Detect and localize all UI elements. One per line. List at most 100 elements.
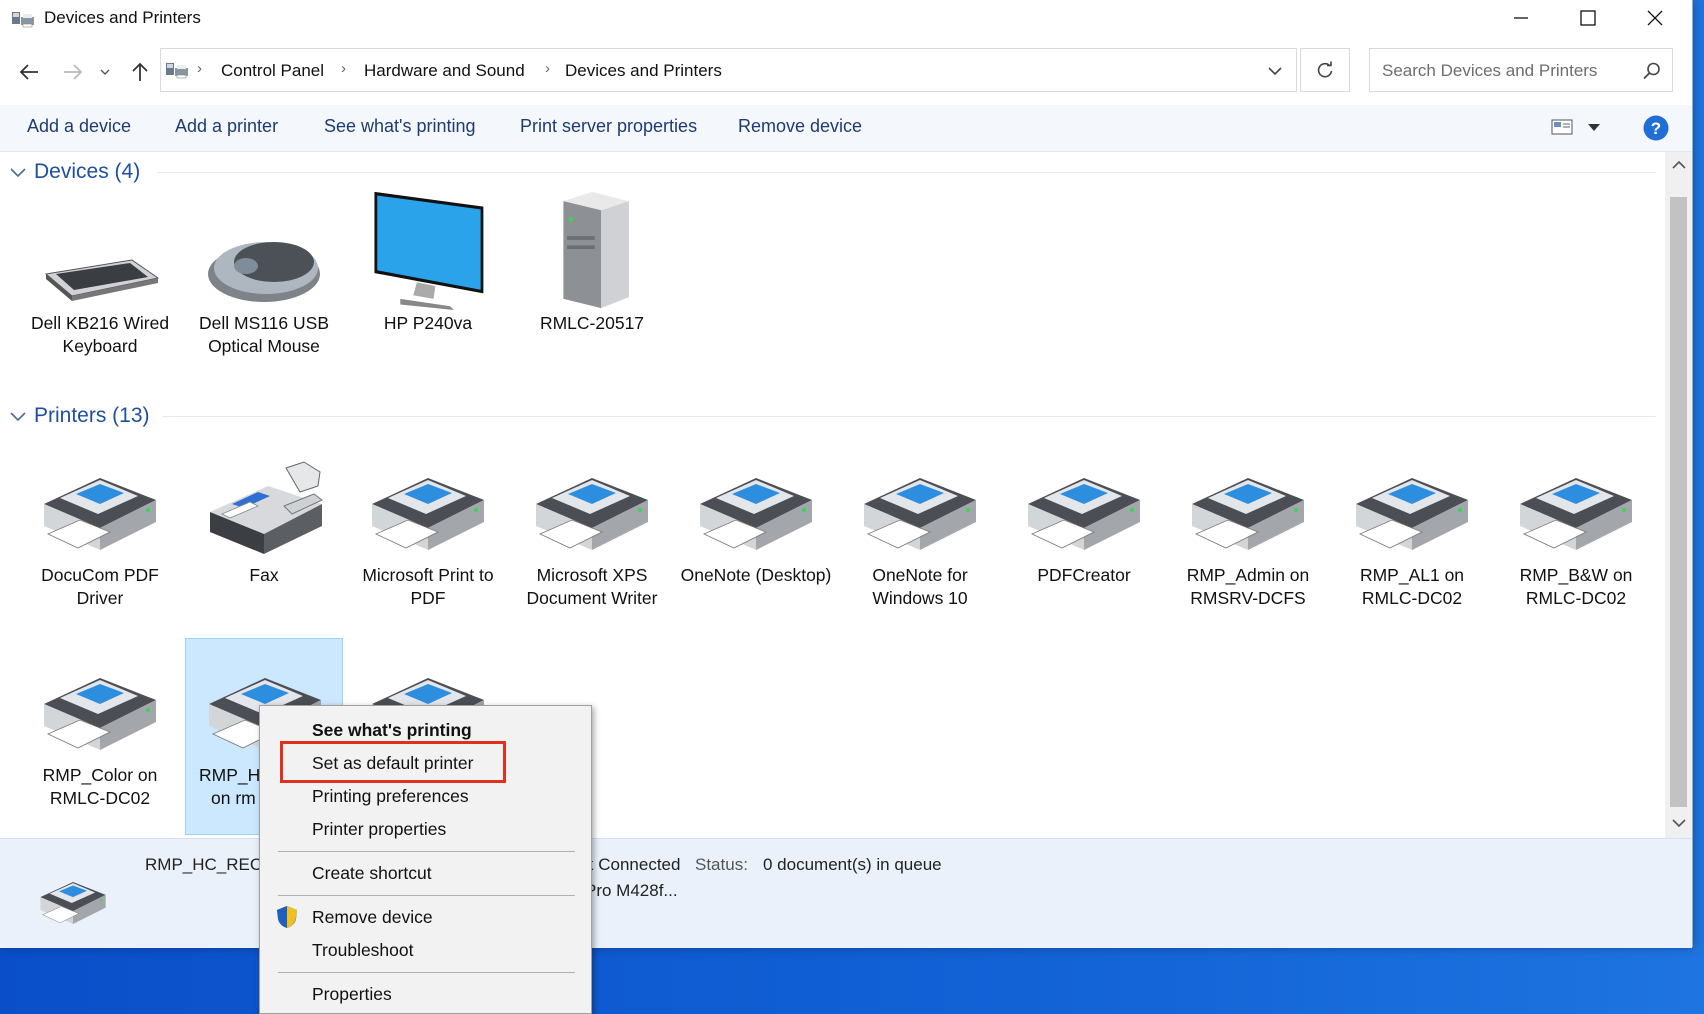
menu-separator — [278, 895, 575, 896]
address-bar[interactable]: › Control Panel › Hardware and Sound › D… — [160, 48, 1297, 92]
change-view-icon[interactable] — [1551, 118, 1573, 136]
menu-item-printing-preferences[interactable]: Printing preferences — [312, 786, 469, 807]
view-options-dropdown-icon[interactable] — [1588, 124, 1600, 132]
breadcrumb-separator-icon: › — [341, 60, 346, 77]
see-whats-printing-button[interactable]: See what's printing — [324, 116, 476, 137]
details-pane: RMP_HC_REC k Connected Status: 0 documen… — [0, 838, 1692, 948]
device-item[interactable]: RMLC-20517 — [513, 191, 671, 362]
control-panel-location-icon — [166, 63, 188, 79]
computer-tower-icon — [563, 191, 629, 309]
breadcrumb-separator-icon: › — [197, 60, 202, 77]
menu-item-remove-device[interactable]: Remove device — [312, 907, 433, 928]
printer-icon — [699, 477, 813, 551]
device-name: Dell KB216 Wired Keyboard — [30, 313, 170, 356]
printer-item[interactable]: PDFCreator — [1005, 442, 1163, 612]
maximize-button[interactable] — [1555, 0, 1621, 36]
printer-name: Fax — [249, 565, 279, 585]
context-menu: See what's printing Set as default print… — [259, 705, 592, 1014]
keyboard-icon — [44, 259, 160, 301]
printer-name: Microsoft XPS Document Writer — [526, 565, 658, 608]
close-button[interactable] — [1622, 0, 1688, 36]
breadcrumb-hardware-and-sound[interactable]: Hardware and Sound — [364, 61, 525, 81]
printer-icon — [1519, 477, 1633, 551]
printer-icon — [43, 677, 157, 751]
printer-icon — [1027, 477, 1141, 551]
help-icon[interactable]: ? — [1643, 115, 1669, 141]
back-button[interactable] — [14, 57, 44, 87]
minimize-icon — [1514, 17, 1528, 19]
fax-icon — [210, 461, 323, 554]
up-button[interactable] — [125, 57, 155, 87]
details-model: Pro M428f... — [585, 881, 678, 900]
vertical-scrollbar[interactable] — [1665, 152, 1692, 838]
printer-item[interactable]: OneNote for Windows 10 — [841, 442, 999, 612]
printer-icon — [43, 477, 157, 551]
add-printer-button[interactable]: Add a printer — [175, 116, 278, 137]
scroll-down-arrow-icon[interactable] — [1672, 818, 1686, 828]
printer-item[interactable]: RMP_AL1 on RMLC-DC02 — [1333, 442, 1491, 612]
address-dropdown-chevron-icon[interactable] — [1268, 66, 1282, 76]
menu-item-properties[interactable]: Properties — [312, 984, 392, 1005]
menu-separator — [278, 851, 575, 852]
printer-item[interactable]: Microsoft XPS Document Writer — [513, 442, 671, 612]
back-arrow-icon — [19, 64, 38, 80]
devices-group-label: Devices (4) — [34, 160, 141, 183]
search-input[interactable] — [1380, 59, 1634, 83]
device-item[interactable]: Dell KB216 Wired Keyboard — [21, 192, 179, 362]
menu-item-troubleshoot[interactable]: Troubleshoot — [312, 940, 414, 961]
breadcrumb-control-panel[interactable]: Control Panel — [221, 61, 324, 81]
highlight-box — [280, 741, 506, 783]
maximize-icon — [1580, 10, 1596, 26]
collapse-chevron-icon — [10, 168, 26, 178]
add-device-button[interactable]: Add a device — [27, 116, 131, 137]
printer-name: Microsoft Print to PDF — [362, 565, 494, 608]
monitor-icon — [374, 191, 484, 310]
printers-group-header[interactable]: Printers (13) — [8, 401, 150, 431]
menu-item-create-shortcut[interactable]: Create shortcut — [312, 863, 432, 884]
forward-button[interactable] — [58, 57, 88, 87]
breadcrumb-devices-and-printers[interactable]: Devices and Printers — [565, 61, 722, 81]
printer-name: PDFCreator — [1037, 565, 1131, 585]
printer-icon — [863, 477, 977, 551]
forward-arrow-icon — [64, 64, 83, 80]
printer-item[interactable]: RMP_Admin on RMSRV-DCFS — [1169, 442, 1327, 612]
device-name: RMLC-20517 — [539, 313, 645, 333]
breadcrumb-separator-icon: › — [545, 60, 550, 77]
remove-device-button[interactable]: Remove device — [738, 116, 862, 137]
printer-icon — [1191, 477, 1305, 551]
menu-item-printer-properties[interactable]: Printer properties — [312, 819, 446, 840]
printer-item[interactable]: Microsoft Print to PDF — [349, 442, 507, 612]
details-status-value: 0 document(s) in queue — [763, 855, 942, 874]
refresh-icon — [1317, 61, 1333, 78]
menu-item-see-whats-printing[interactable]: See what's printing — [312, 720, 472, 741]
printer-item[interactable]: RMP_B&W on RMLC-DC02 — [1497, 442, 1655, 612]
printer-item[interactable]: DocuCom PDF Driver — [21, 442, 179, 612]
printer-item[interactable]: RMP_Color on RMLC-DC02 — [21, 642, 179, 812]
up-arrow-icon — [132, 62, 148, 81]
devices-content-pane: Devices (4) Dell KB216 Wired Keyboard De… — [0, 152, 1665, 838]
recent-locations-button[interactable] — [95, 57, 115, 87]
devices-group-header[interactable]: Devices (4) — [8, 157, 140, 187]
scrollbar-thumb[interactable] — [1670, 197, 1687, 807]
device-item[interactable]: HP P240va — [349, 191, 507, 362]
search-box[interactable] — [1369, 48, 1673, 92]
minimize-button[interactable] — [1488, 0, 1554, 36]
printer-name: RMP_Color on RMLC-DC02 — [42, 765, 158, 808]
device-item[interactable]: Dell MS116 USB Optical Mouse — [185, 192, 343, 362]
window-title: Devices and Printers — [44, 8, 201, 27]
print-server-properties-button[interactable]: Print server properties — [520, 116, 697, 137]
chevron-down-icon — [100, 69, 110, 75]
collapse-chevron-icon — [10, 412, 26, 422]
refresh-button[interactable] — [1300, 48, 1350, 92]
printer-item[interactable]: Fax — [185, 442, 343, 612]
printers-group-label: Printers (13) — [34, 404, 150, 427]
svg-text:?: ? — [1651, 119, 1661, 138]
scroll-up-arrow-icon[interactable] — [1672, 160, 1686, 170]
printer-name: DocuCom PDF Driver — [41, 565, 159, 608]
command-bar: Add a device Add a printer See what's pr… — [0, 105, 1692, 152]
device-name: Dell MS116 USB Optical Mouse — [198, 313, 329, 356]
uac-shield-icon — [277, 906, 297, 928]
printer-item[interactable]: OneNote (Desktop) — [677, 442, 835, 612]
search-icon[interactable] — [1643, 62, 1661, 80]
group-divider — [162, 416, 1656, 417]
